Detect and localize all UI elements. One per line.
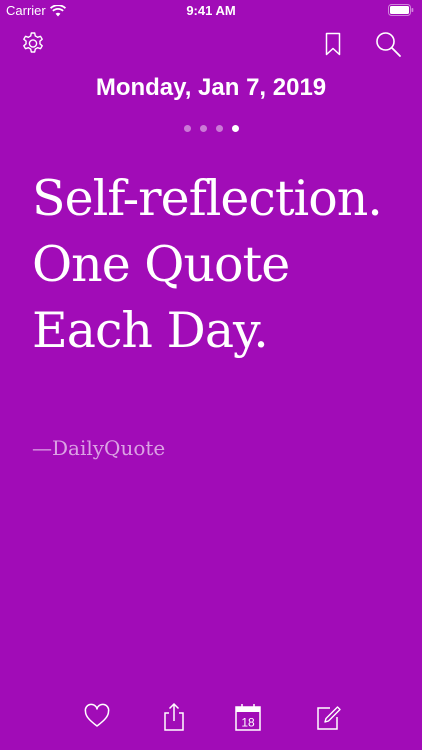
- quote-text: Self-reflection. One Quote Each Day.: [32, 170, 383, 359]
- compose-button[interactable]: [315, 702, 343, 732]
- heart-icon: [84, 703, 110, 727]
- bottom-toolbar: 18: [0, 690, 422, 750]
- calendar-icon: 18: [235, 704, 261, 731]
- status-bar: Carrier 9:41 AM: [0, 0, 422, 22]
- calendar-button[interactable]: 18: [234, 702, 262, 732]
- status-time: 9:41 AM: [186, 3, 236, 18]
- page-dot-2[interactable]: [199, 125, 207, 132]
- page-dot-1[interactable]: [183, 125, 191, 132]
- page-dot-3[interactable]: [215, 125, 223, 132]
- favorite-button[interactable]: [83, 702, 111, 732]
- battery-icon: [388, 4, 414, 16]
- page-dot-4[interactable]: [231, 125, 239, 132]
- battery-indicator: [388, 4, 414, 16]
- search-button[interactable]: [374, 30, 402, 58]
- settings-button[interactable]: [19, 30, 47, 58]
- gear-icon: [23, 32, 43, 53]
- share-button[interactable]: [160, 702, 188, 732]
- search-icon: [376, 32, 401, 57]
- calendar-day-number: 18: [241, 716, 255, 730]
- bookmark-icon: [325, 32, 341, 56]
- page-indicator[interactable]: [0, 125, 422, 132]
- share-icon: [164, 702, 184, 731]
- date-title: Monday, Jan 7, 2019: [95, 74, 327, 101]
- bookmark-button[interactable]: [319, 30, 347, 58]
- compose-icon: [317, 706, 341, 730]
- quote-author: —DailyQuote: [32, 436, 166, 460]
